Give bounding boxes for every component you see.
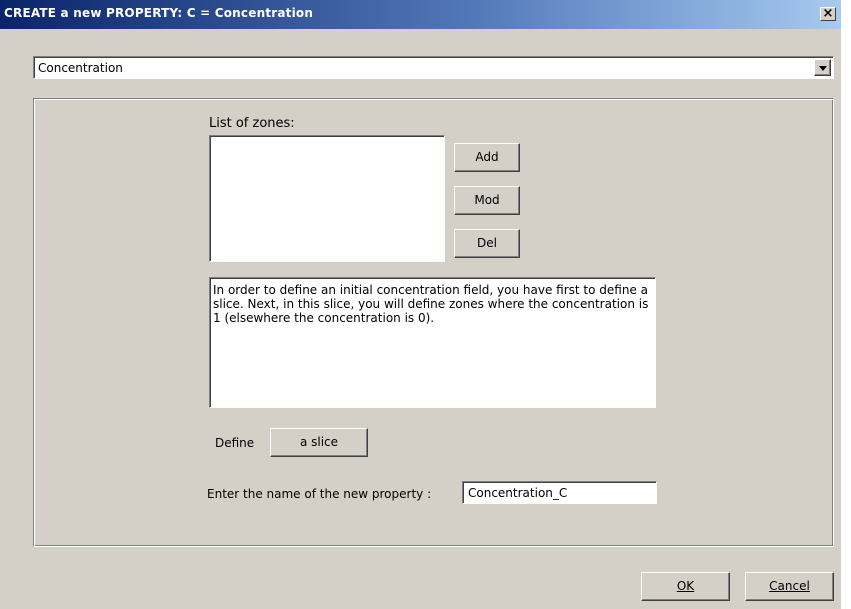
info-textbox: In order to define an initial concentrat… xyxy=(209,277,656,408)
ok-button[interactable]: OK xyxy=(641,572,730,601)
zones-list-label: List of zones: xyxy=(209,116,295,131)
new-property-name-label: Enter the name of the new property : xyxy=(207,487,432,501)
property-type-value: Concentration xyxy=(38,61,123,75)
define-slice-button[interactable]: a slice xyxy=(270,428,368,457)
info-text: In order to define an initial concentrat… xyxy=(213,283,649,325)
close-button[interactable]: × xyxy=(820,7,836,21)
modify-zone-button[interactable]: Mod xyxy=(454,186,520,215)
window-title: CREATE a new PROPERTY: C = Concentration xyxy=(4,6,314,20)
zones-listbox[interactable] xyxy=(209,135,445,262)
dropdown-arrow-button[interactable] xyxy=(814,59,831,76)
cancel-button[interactable]: Cancel xyxy=(745,572,834,601)
chevron-down-icon xyxy=(819,66,827,71)
delete-zone-button[interactable]: Del xyxy=(454,229,520,258)
new-property-name-input[interactable] xyxy=(462,481,657,504)
add-zone-button[interactable]: Add xyxy=(454,143,520,172)
title-bar[interactable]: CREATE a new PROPERTY: C = Concentration… xyxy=(0,0,841,29)
dialog-window: CREATE a new PROPERTY: C = Concentration… xyxy=(0,0,841,609)
close-icon: × xyxy=(822,6,834,21)
define-label: Define xyxy=(215,436,255,450)
property-type-dropdown[interactable]: Concentration xyxy=(33,56,834,79)
